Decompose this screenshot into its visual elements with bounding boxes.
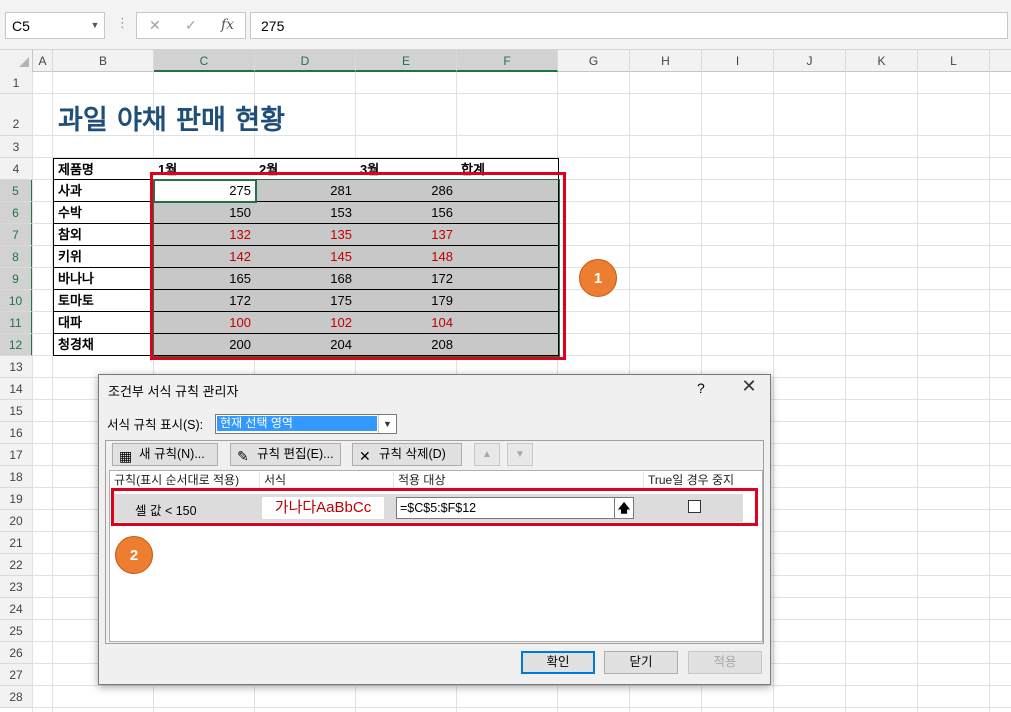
- highlight-box-range: [150, 172, 566, 360]
- gridline-horizontal: [33, 685, 1011, 686]
- delete-rule-button[interactable]: ✕ 규칙 삭제(D): [352, 443, 462, 466]
- new-rule-icon: ▦: [119, 448, 133, 464]
- column-header-l[interactable]: L: [918, 50, 990, 72]
- row-header-17[interactable]: 17: [0, 444, 33, 466]
- gridline-horizontal: [33, 707, 1011, 708]
- gridline-vertical: [32, 72, 33, 712]
- row-header-11[interactable]: 11: [0, 312, 33, 334]
- row-header-15[interactable]: 15: [0, 400, 33, 422]
- cancel-icon[interactable]: ✕: [149, 17, 161, 34]
- formula-input[interactable]: 275: [250, 12, 1008, 39]
- gridline-horizontal: [33, 93, 1011, 94]
- edit-rule-icon: ✎: [237, 448, 249, 464]
- row-header-3[interactable]: 3: [0, 136, 33, 158]
- column-header-a[interactable]: A: [33, 50, 53, 72]
- gridline-vertical: [917, 72, 918, 712]
- more-icon: ⋮: [116, 15, 129, 30]
- column-header-e[interactable]: E: [356, 50, 457, 72]
- edit-rule-button[interactable]: ✎ 규칙 편집(E)...: [230, 443, 341, 466]
- row-header-14[interactable]: 14: [0, 378, 33, 400]
- row-header-10[interactable]: 10: [0, 290, 33, 312]
- row-header-23[interactable]: 23: [0, 576, 33, 598]
- chevron-down-icon[interactable]: ▼: [378, 415, 396, 433]
- up-arrow-icon: ▲: [482, 449, 492, 460]
- new-rule-label: 새 규칙(N)...: [139, 447, 205, 461]
- product-name-cell[interactable]: 수박: [53, 202, 155, 224]
- row-header-6[interactable]: 6: [0, 202, 33, 224]
- row-header-13[interactable]: 13: [0, 356, 33, 378]
- row-header-28[interactable]: 28: [0, 686, 33, 708]
- row-header-9[interactable]: 9: [0, 268, 33, 290]
- dialog-title: 조건부 서식 규칙 관리자: [108, 384, 239, 399]
- row-header-5[interactable]: 5: [0, 180, 33, 202]
- column-header-c[interactable]: C: [154, 50, 255, 72]
- col-header-applies-to[interactable]: 적용 대상: [394, 472, 644, 489]
- row-header-19[interactable]: 19: [0, 488, 33, 510]
- row-header-1[interactable]: 1: [0, 72, 33, 94]
- move-down-button[interactable]: ▼: [507, 443, 533, 466]
- product-name-cell[interactable]: 사과: [53, 180, 155, 202]
- show-rules-label: 서식 규칙 표시(S):: [107, 418, 204, 432]
- step-badge-1: 1: [579, 259, 617, 297]
- column-header-f[interactable]: F: [457, 50, 558, 72]
- enter-icon[interactable]: ✓: [185, 17, 197, 34]
- product-name-cell[interactable]: 토마토: [53, 290, 155, 312]
- step-badge-2: 2: [115, 536, 153, 574]
- delete-icon: ✕: [359, 448, 371, 464]
- product-name-cell[interactable]: 청경채: [53, 334, 155, 356]
- col-header-rule[interactable]: 규칙(표시 순서대로 적용): [110, 472, 260, 489]
- move-up-button[interactable]: ▲: [474, 443, 500, 466]
- gridline-vertical: [773, 72, 774, 712]
- column-header-k[interactable]: K: [846, 50, 918, 72]
- formula-buttons: ✕ ✓ fx: [136, 12, 246, 39]
- column-header-j[interactable]: J: [774, 50, 846, 72]
- col-header-format[interactable]: 서식: [260, 472, 394, 489]
- fx-icon[interactable]: fx: [221, 17, 234, 33]
- row-header-21[interactable]: 21: [0, 532, 33, 554]
- table-header-cell[interactable]: 제품명: [53, 158, 155, 180]
- col-header-stop-if-true[interactable]: True일 경우 중지: [644, 472, 744, 489]
- row-header-22[interactable]: 22: [0, 554, 33, 576]
- row-header-25[interactable]: 25: [0, 620, 33, 642]
- row-header-26[interactable]: 26: [0, 642, 33, 664]
- gridline-vertical: [989, 72, 990, 712]
- chevron-down-icon[interactable]: ▼: [86, 12, 104, 39]
- row-header-4[interactable]: 4: [0, 158, 33, 180]
- row-header-7[interactable]: 7: [0, 224, 33, 246]
- gridline-vertical: [845, 72, 846, 712]
- column-header-i[interactable]: I: [702, 50, 774, 72]
- row-header-24[interactable]: 24: [0, 598, 33, 620]
- row-header-27[interactable]: 27: [0, 664, 33, 686]
- select-all-triangle-icon: [19, 57, 29, 67]
- help-icon[interactable]: ?: [697, 380, 705, 396]
- product-name-cell[interactable]: 참외: [53, 224, 155, 246]
- close-icon[interactable]: ✕: [738, 376, 760, 397]
- sheet-title[interactable]: 과일 야채 판매 현황: [58, 98, 285, 137]
- show-rules-value[interactable]: 현재 선택 영역: [217, 416, 377, 431]
- close-button[interactable]: 닫기: [604, 651, 678, 674]
- down-arrow-icon: ▼: [515, 449, 525, 460]
- product-name-cell[interactable]: 바나나: [53, 268, 155, 290]
- new-rule-button[interactable]: ▦ 새 규칙(N)...: [112, 443, 218, 466]
- row-header-18[interactable]: 18: [0, 466, 33, 488]
- row-header-12[interactable]: 12: [0, 334, 33, 356]
- column-header-d[interactable]: D: [255, 50, 356, 72]
- row-header-20[interactable]: 20: [0, 510, 33, 532]
- highlight-box-rule: [111, 488, 758, 526]
- column-header-g[interactable]: G: [558, 50, 630, 72]
- edit-rule-label: 규칙 편집(E)...: [257, 447, 334, 461]
- delete-rule-label: 규칙 삭제(D): [379, 447, 446, 461]
- row-header-8[interactable]: 8: [0, 246, 33, 268]
- apply-button[interactable]: 적용: [688, 651, 762, 674]
- column-header-h[interactable]: H: [630, 50, 702, 72]
- row-header-16[interactable]: 16: [0, 422, 33, 444]
- ok-button[interactable]: 확인: [521, 651, 595, 674]
- row-header-2[interactable]: 2: [0, 94, 33, 136]
- product-name-cell[interactable]: 키위: [53, 246, 155, 268]
- column-header-b[interactable]: B: [53, 50, 154, 72]
- product-name-cell[interactable]: 대파: [53, 312, 155, 334]
